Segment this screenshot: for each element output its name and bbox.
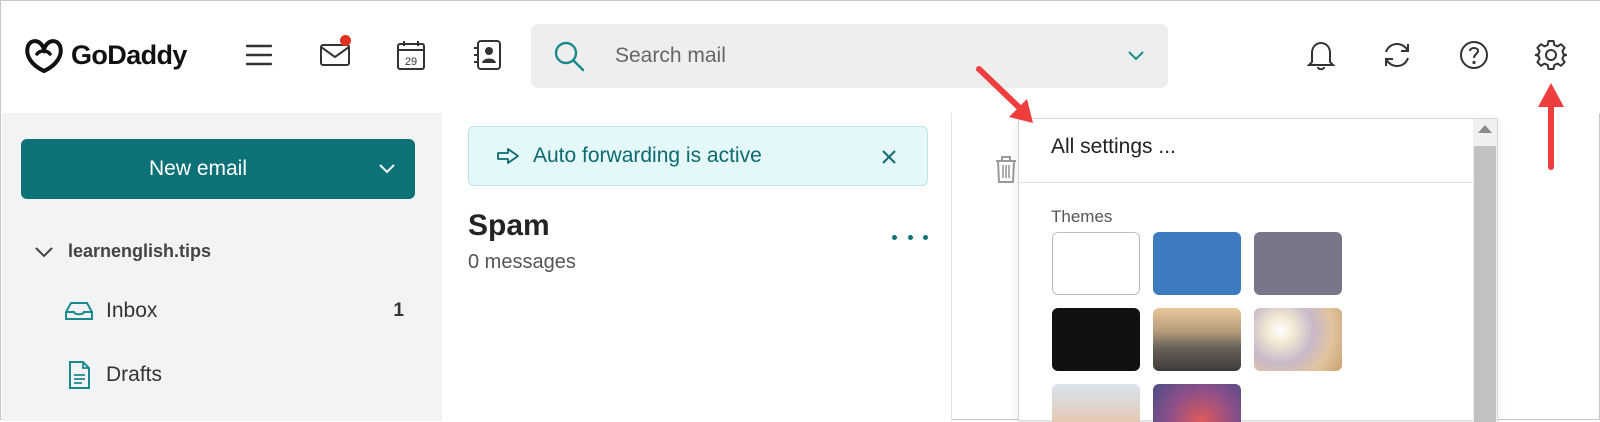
account-name: learnenglish.tips xyxy=(68,241,212,261)
chevron-down-icon xyxy=(379,164,395,174)
new-email-dropdown[interactable] xyxy=(359,139,415,199)
sidebar-item-drafts[interactable]: Drafts xyxy=(64,360,404,390)
message-count: 0 messages xyxy=(468,251,576,273)
chevron-down-icon xyxy=(35,246,53,257)
annotation-arrow-icon xyxy=(976,66,1033,123)
settings-dropdown: All settings ... Themes xyxy=(1018,118,1498,422)
sync-icon[interactable] xyxy=(1379,37,1415,73)
scroll-up-arrow-icon[interactable] xyxy=(1478,125,1492,133)
all-settings-link[interactable]: All settings ... xyxy=(1051,135,1176,159)
calendar-day-text: 29 xyxy=(405,56,417,68)
theme-swatch-nebula[interactable] xyxy=(1153,384,1241,422)
theme-swatch-beach[interactable] xyxy=(1254,308,1342,371)
app-window: GoDaddy 29 Search mail New email learnen… xyxy=(0,0,1600,422)
annotation-arrow-icon xyxy=(1538,83,1564,170)
bell-icon[interactable] xyxy=(1303,37,1339,73)
themes-label: Themes xyxy=(1051,207,1113,226)
contacts-icon[interactable] xyxy=(469,37,505,73)
godaddy-logo[interactable]: GoDaddy xyxy=(23,37,187,73)
divider xyxy=(1019,182,1474,183)
calendar-icon[interactable]: 29 xyxy=(393,37,429,73)
search-bar[interactable] xyxy=(531,24,1168,88)
search-icon[interactable] xyxy=(551,38,587,74)
new-email-button[interactable]: New email xyxy=(21,139,415,199)
delete-icon[interactable] xyxy=(993,154,1019,184)
theme-swatch-white[interactable] xyxy=(1052,232,1140,295)
message-list: Auto forwarding is active Spam 0 message… xyxy=(442,113,952,421)
gear-icon[interactable] xyxy=(1533,37,1569,73)
scrollbar-thumb[interactable] xyxy=(1474,146,1496,422)
help-icon[interactable] xyxy=(1456,37,1492,73)
sidebar-item-label: Drafts xyxy=(106,363,163,386)
forward-arrow-icon xyxy=(495,143,521,169)
sidebar-item-label: Inbox xyxy=(106,299,158,322)
chevron-down-icon[interactable] xyxy=(1124,44,1148,68)
theme-swatch-mountains[interactable] xyxy=(1153,308,1241,371)
folder-title: Spam xyxy=(468,209,550,242)
inbox-icon xyxy=(65,302,93,320)
auto-forwarding-banner[interactable]: Auto forwarding is active xyxy=(468,126,928,186)
theme-swatch-city[interactable] xyxy=(1052,384,1140,422)
account-group[interactable]: learnenglish.tips xyxy=(34,241,211,262)
theme-swatch-black[interactable] xyxy=(1052,308,1140,371)
top-bar: GoDaddy 29 xyxy=(1,1,1600,113)
brand-name: GoDaddy xyxy=(71,39,187,70)
theme-swatch-blue[interactable] xyxy=(1153,232,1241,295)
scrollbar[interactable] xyxy=(1473,119,1497,422)
sidebar-item-inbox[interactable]: Inbox 1 xyxy=(64,299,404,323)
close-icon[interactable] xyxy=(877,145,901,169)
godaddy-mark-icon xyxy=(25,39,63,73)
unread-badge-dot xyxy=(340,35,351,46)
more-options-icon[interactable] xyxy=(892,231,928,243)
banner-text: Auto forwarding is active xyxy=(533,144,762,167)
mail-icon[interactable] xyxy=(317,35,353,73)
menu-icon[interactable] xyxy=(241,37,277,73)
drafts-icon xyxy=(69,361,90,389)
theme-swatch-slate[interactable] xyxy=(1254,232,1342,295)
unread-count: 1 xyxy=(393,300,404,321)
sidebar: New email learnenglish.tips Inbox 1 Draf… xyxy=(2,113,442,421)
new-email-label: New email xyxy=(148,157,248,180)
